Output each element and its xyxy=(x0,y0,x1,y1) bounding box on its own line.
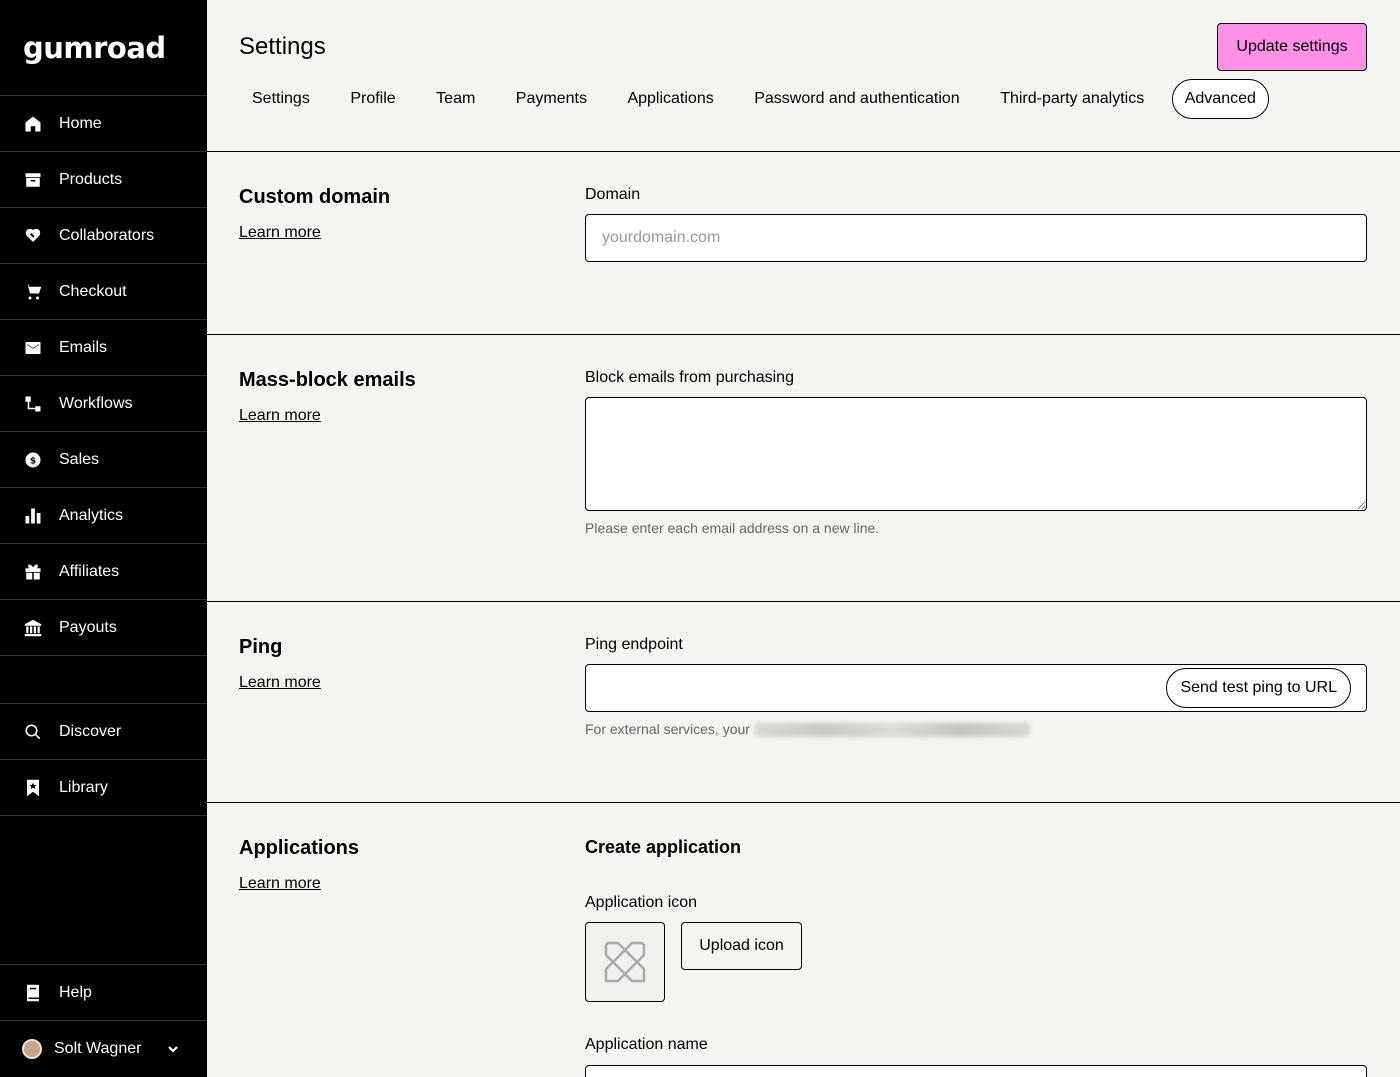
block-emails-hint: Please enter each email address on a new… xyxy=(585,520,880,536)
sidebar-item-products[interactable]: Products xyxy=(0,152,207,208)
redacted-text xyxy=(753,723,1030,738)
settings-tabs: Settings Profile Team Payments Applicati… xyxy=(239,79,1283,119)
sidebar-item-help[interactable]: Help xyxy=(0,965,207,1021)
block-emails-label: Block emails from purchasing xyxy=(585,369,794,386)
handshake-icon xyxy=(24,227,42,245)
dollar-circle-icon: $ xyxy=(24,451,42,469)
sidebar-item-label: Checkout xyxy=(59,282,127,300)
sidebar-item-label: Discover xyxy=(59,722,122,740)
tab-third-party-analytics[interactable]: Third-party analytics xyxy=(987,79,1157,119)
application-name-input[interactable] xyxy=(585,1065,1367,1077)
section-title: Ping xyxy=(239,636,283,658)
sidebar-item-label: Collaborators xyxy=(59,226,155,244)
sidebar-spacer xyxy=(0,656,207,704)
tab-settings[interactable]: Settings xyxy=(239,79,323,119)
home-icon xyxy=(24,115,42,133)
sidebar-item-label: Payouts xyxy=(59,618,117,636)
application-name-label: Application name xyxy=(585,1036,708,1053)
create-application-heading: Create application xyxy=(585,837,742,857)
page-header: Settings Update settings Settings Profil… xyxy=(207,0,1400,152)
placeholder-image-icon xyxy=(604,941,646,983)
avatar xyxy=(22,1039,42,1059)
tab-applications[interactable]: Applications xyxy=(614,79,726,119)
ping-endpoint-label: Ping endpoint xyxy=(585,636,683,653)
application-icon-preview xyxy=(585,922,665,1002)
sidebar-item-sales[interactable]: $ Sales xyxy=(0,432,207,488)
cart-icon xyxy=(24,283,42,301)
sidebar-item-workflows[interactable]: Workflows xyxy=(0,376,207,432)
sidebar-item-analytics[interactable]: Analytics xyxy=(0,488,207,544)
application-icon-label: Application icon xyxy=(585,894,698,911)
sidebar-item-label: Products xyxy=(59,170,123,188)
sidebar-item-label: Workflows xyxy=(59,394,133,412)
ping-hint-text: For external services, your xyxy=(585,721,750,737)
section-title: Applications xyxy=(239,837,360,859)
sidebar-footer: Help Solt Wagner xyxy=(0,964,207,1077)
search-icon xyxy=(24,723,42,741)
sidebar-item-affiliates[interactable]: Affiliates xyxy=(0,544,207,600)
user-menu[interactable]: Solt Wagner xyxy=(0,1021,207,1077)
workflow-icon xyxy=(24,395,42,413)
sidebar-item-library[interactable]: Library xyxy=(0,760,207,816)
sidebar: Gumroad Home Products Collaborators Chec… xyxy=(0,0,207,1077)
sidebar-item-label: Sales xyxy=(59,450,100,468)
svg-text:$: $ xyxy=(30,456,36,466)
sidebar-item-label: Library xyxy=(59,778,108,796)
upload-icon-button[interactable]: Upload icon xyxy=(681,922,802,970)
tab-password-and-authentication[interactable]: Password and authentication xyxy=(741,79,972,119)
domain-input[interactable] xyxy=(585,214,1367,262)
bar-chart-icon xyxy=(24,507,42,525)
ping-section: Ping Learn more Ping endpoint Send test … xyxy=(207,602,1400,803)
sidebar-item-label: Affiliates xyxy=(59,562,120,580)
learn-more-link[interactable]: Learn more xyxy=(239,407,321,425)
sidebar-item-label: Analytics xyxy=(59,506,124,524)
sidebar-item-home[interactable]: Home xyxy=(0,96,207,152)
bookmark-icon xyxy=(24,779,42,797)
sidebar-item-emails[interactable]: Emails xyxy=(0,320,207,376)
learn-more-link[interactable]: Learn more xyxy=(239,875,321,893)
envelope-icon xyxy=(24,339,42,357)
domain-label: Domain xyxy=(585,186,641,203)
section-title: Mass-block emails xyxy=(239,369,416,391)
page-title: Settings xyxy=(239,33,326,60)
sidebar-item-discover[interactable]: Discover xyxy=(0,704,207,760)
sidebar-item-collaborators[interactable]: Collaborators xyxy=(0,208,207,264)
sidebar-item-label: Emails xyxy=(59,338,108,356)
sidebar-item-checkout[interactable]: Checkout xyxy=(0,264,207,320)
send-test-ping-button[interactable]: Send test ping to URL xyxy=(1166,668,1351,708)
logo-text: Gumroad xyxy=(23,30,166,65)
logo[interactable]: Gumroad xyxy=(0,0,207,96)
applications-section: Applications Learn more Create applicati… xyxy=(207,803,1400,1077)
tab-payments[interactable]: Payments xyxy=(503,79,600,119)
sidebar-item-label: Help xyxy=(59,983,92,1001)
gift-icon xyxy=(24,563,42,581)
learn-more-link[interactable]: Learn more xyxy=(239,674,321,692)
ping-hint: For external services, your xyxy=(585,721,1030,738)
user-name: Solt Wagner xyxy=(54,1040,142,1057)
bank-icon xyxy=(24,619,42,637)
archive-icon xyxy=(24,171,42,189)
chevron-down-icon xyxy=(167,1043,179,1055)
update-settings-button[interactable]: Update settings xyxy=(1217,23,1367,71)
custom-domain-section: Custom domain Learn more Domain xyxy=(207,152,1400,335)
mass-block-emails-section: Mass-block emails Learn more Block email… xyxy=(207,335,1400,602)
sidebar-item-payouts[interactable]: Payouts xyxy=(0,600,207,656)
tab-team[interactable]: Team xyxy=(423,79,488,119)
sidebar-item-label: Home xyxy=(59,114,102,132)
tab-advanced[interactable]: Advanced xyxy=(1171,79,1269,119)
learn-more-link[interactable]: Learn more xyxy=(239,224,321,242)
book-icon xyxy=(24,984,42,1002)
tab-profile[interactable]: Profile xyxy=(337,79,408,119)
section-title: Custom domain xyxy=(239,186,391,208)
block-emails-textarea[interactable] xyxy=(585,397,1367,511)
